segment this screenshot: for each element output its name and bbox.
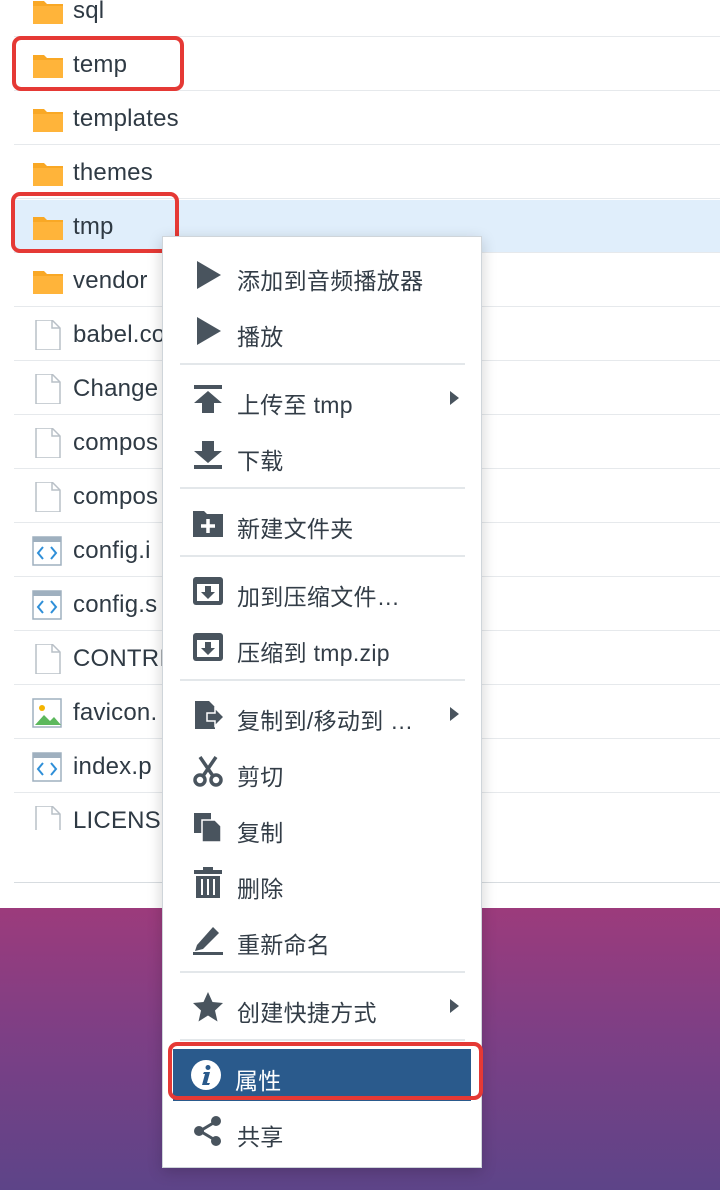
highlight-box-tmp — [11, 192, 179, 253]
menu-item-rename[interactable]: 重新命名 — [175, 913, 465, 965]
context-menu: 添加到音频播放器 播放 上传至 tmp 下载 新建文件夹 加到压缩文件… 压缩到… — [162, 236, 482, 1168]
star-icon — [193, 992, 223, 1022]
folder-icon — [33, 271, 63, 294]
code-file-icon — [32, 590, 62, 620]
menu-item-share[interactable]: 共享 — [175, 1105, 465, 1157]
submenu-arrow-icon — [450, 707, 459, 721]
file-name: compos — [73, 429, 159, 456]
play-icon — [197, 317, 221, 345]
menu-separator — [180, 1039, 465, 1041]
menu-item-label: 播放 — [237, 324, 284, 350]
menu-item-download[interactable]: 下载 — [175, 429, 465, 481]
rename-icon — [193, 927, 223, 955]
menu-item-label: 新建文件夹 — [237, 516, 354, 542]
document-icon — [35, 428, 61, 458]
archive-icon — [193, 577, 223, 605]
file-name: Change — [73, 375, 159, 402]
play-icon — [197, 261, 221, 289]
highlight-box-properties — [168, 1042, 483, 1100]
file-name: vendor — [73, 267, 148, 294]
menu-separator — [180, 487, 465, 489]
file-name: themes — [73, 159, 153, 186]
code-file-icon — [32, 536, 62, 566]
highlight-box-temp — [12, 36, 184, 91]
file-name: templates — [73, 105, 179, 132]
submenu-arrow-icon — [450, 391, 459, 405]
submenu-arrow-icon — [450, 999, 459, 1013]
download-icon — [194, 441, 222, 469]
file-name: LICENS — [73, 807, 161, 830]
file-row-sql[interactable]: sql — [14, 0, 720, 37]
trash-icon — [194, 867, 222, 898]
menu-item-label: 下载 — [237, 448, 284, 474]
upload-icon — [194, 385, 222, 413]
document-icon — [35, 644, 61, 674]
menu-item-label: 创建快捷方式 — [237, 1000, 377, 1026]
menu-item-label: 共享 — [237, 1124, 284, 1150]
new-folder-icon — [193, 511, 223, 537]
menu-item-label: 复制 — [237, 820, 284, 846]
folder-icon — [33, 163, 63, 186]
menu-item-label: 删除 — [237, 876, 284, 902]
copy-move-icon — [195, 701, 225, 729]
code-file-icon — [32, 752, 62, 782]
menu-item-label: 重新命名 — [237, 932, 331, 958]
file-name: index.p — [73, 753, 152, 780]
menu-item-add-to-archive[interactable]: 加到压缩文件… — [175, 565, 465, 617]
copy-icon — [194, 813, 222, 843]
menu-item-upload[interactable]: 上传至 tmp — [175, 373, 465, 425]
menu-item-label: 添加到音频播放器 — [237, 268, 424, 294]
file-name: config.s — [73, 591, 158, 618]
document-icon — [35, 320, 61, 350]
menu-item-label: 上传至 tmp — [237, 392, 353, 418]
file-name: favicon. — [73, 699, 158, 726]
menu-item-label: 复制到/移动到 … — [237, 708, 414, 734]
menu-item-cut[interactable]: 剪切 — [175, 745, 465, 797]
menu-item-add-to-audio-player[interactable]: 添加到音频播放器 — [175, 249, 465, 301]
menu-item-copy-move-to[interactable]: 复制到/移动到 … — [175, 689, 465, 741]
menu-item-label: 剪切 — [237, 764, 284, 790]
menu-separator — [180, 971, 465, 973]
scissors-icon — [193, 756, 223, 787]
menu-item-copy[interactable]: 复制 — [175, 801, 465, 853]
document-icon — [35, 482, 61, 512]
menu-separator — [180, 363, 465, 365]
menu-separator — [180, 555, 465, 557]
menu-item-label: 压缩到 tmp.zip — [237, 640, 390, 666]
folder-icon — [33, 1, 63, 24]
menu-item-delete[interactable]: 删除 — [175, 857, 465, 909]
file-name: config.i — [73, 537, 151, 564]
file-name: CONTRI — [73, 645, 167, 672]
file-row-templates[interactable]: templates — [14, 92, 720, 145]
image-file-icon — [32, 698, 62, 728]
menu-separator — [180, 679, 465, 681]
file-name: sql — [73, 0, 105, 24]
menu-item-new-folder[interactable]: 新建文件夹 — [175, 497, 465, 549]
share-icon — [194, 1116, 221, 1146]
archive-icon — [193, 633, 223, 661]
file-name: babel.co — [73, 321, 166, 348]
folder-icon — [33, 109, 63, 132]
menu-item-play[interactable]: 播放 — [175, 305, 465, 357]
menu-item-create-shortcut[interactable]: 创建快捷方式 — [175, 981, 465, 1033]
document-icon — [35, 374, 61, 404]
document-icon — [35, 806, 61, 830]
file-name: compos — [73, 483, 159, 510]
menu-item-label: 加到压缩文件… — [237, 584, 401, 610]
menu-item-compress-to-zip[interactable]: 压缩到 tmp.zip — [175, 621, 465, 673]
